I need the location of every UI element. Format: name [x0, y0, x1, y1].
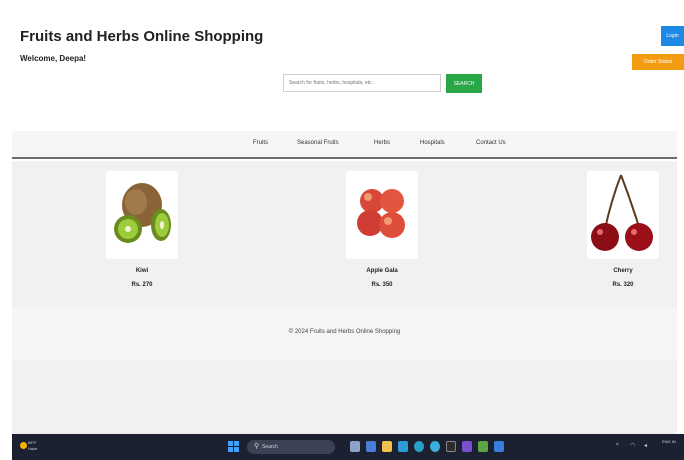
wifi-icon[interactable]: ◠: [630, 442, 635, 450]
photos-icon[interactable]: [478, 441, 488, 452]
page: Fruits and Herbs Online Shopping Welcome…: [0, 0, 684, 460]
nav-item-fruits[interactable]: Fruits: [253, 140, 268, 146]
nav-item-herbs[interactable]: Herbs: [374, 140, 390, 146]
footer-copyright: © 2024 Fruits and Herbs Online Shopping: [288, 329, 401, 335]
file-explorer-icon[interactable]: [382, 441, 392, 452]
nav-item-contact-us[interactable]: Contact Us: [476, 140, 506, 146]
kiwi-image[interactable]: [106, 171, 178, 259]
terminal-icon[interactable]: [446, 441, 456, 452]
weather-widget[interactable]: 88°F Haze: [20, 440, 42, 454]
product-card-kiwi[interactable]: Kiwi Rs. 270: [104, 171, 180, 288]
widgets-icon[interactable]: [366, 441, 376, 452]
product-name: Kiwi: [135, 268, 149, 274]
product-price: Rs. 320: [612, 282, 634, 288]
product-price: Rs. 350: [371, 282, 393, 288]
taskbar: 88°F Haze ⚲ Search ^ ◠ ◂ ENG IN: [12, 434, 684, 460]
tray-language[interactable]: ENG IN: [662, 439, 676, 444]
order-status-button[interactable]: Order Status: [632, 54, 684, 70]
main-nav: Fruits Seasonal Fruits Herbs Hospitals C…: [12, 131, 677, 159]
product-card-apple-gala[interactable]: Apple Gala Rs. 350: [344, 171, 420, 288]
product-name: Apple Gala: [366, 268, 398, 274]
taskbar-search[interactable]: ⚲ Search: [247, 440, 335, 454]
edge-icon[interactable]: [398, 441, 408, 452]
apple-image[interactable]: [346, 171, 418, 259]
product-card-cherry[interactable]: Cherry Rs. 320: [585, 171, 661, 288]
nav-item-hospitals[interactable]: Hospitals: [420, 140, 445, 146]
search-input[interactable]: [283, 74, 441, 92]
windows-start-icon[interactable]: [228, 441, 239, 452]
product-name: Cherry: [613, 268, 633, 274]
taskbar-search-label: Search: [262, 444, 278, 450]
visual-studio-icon[interactable]: [462, 441, 472, 452]
product-grid: Kiwi Rs. 270 Apple Gala Rs. 350 Cherry R…: [12, 161, 677, 308]
site-title: Fruits and Herbs Online Shopping: [20, 28, 264, 45]
speaker-icon[interactable]: ◂: [644, 442, 647, 450]
welcome-message: Welcome, Deepa!: [20, 54, 87, 63]
app-icon[interactable]: [494, 441, 504, 452]
nav-item-seasonal-fruits[interactable]: Seasonal Fruits: [297, 140, 339, 146]
chevron-up-icon[interactable]: ^: [616, 442, 619, 450]
search-button[interactable]: SEARCH: [446, 74, 482, 93]
product-price: Rs. 270: [131, 282, 153, 288]
store-icon[interactable]: [414, 441, 424, 452]
sun-icon: [20, 442, 27, 449]
search-icon: ⚲: [254, 443, 260, 450]
login-button[interactable]: Login: [661, 26, 684, 46]
chrome-icon[interactable]: [430, 441, 440, 452]
taskview-icon[interactable]: [350, 441, 360, 452]
cherry-image[interactable]: [587, 171, 659, 259]
footer: © 2024 Fruits and Herbs Online Shopping: [12, 308, 677, 360]
page-blank-area: [12, 360, 677, 434]
